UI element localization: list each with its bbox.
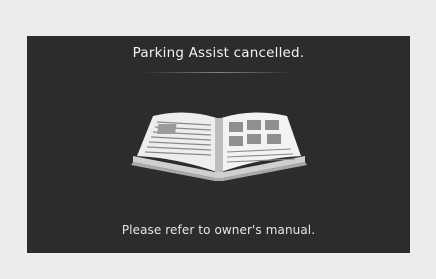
notification-message: Please refer to owner's manual. <box>121 223 316 237</box>
notification-screen: Parking Assist cancelled. Please refer t… <box>27 36 410 253</box>
open-book-icon <box>131 112 307 181</box>
title-divider <box>142 72 295 73</box>
display-frame: Parking Assist cancelled. Please refer t… <box>0 0 436 279</box>
notification-title: Parking Assist cancelled. <box>132 45 305 61</box>
